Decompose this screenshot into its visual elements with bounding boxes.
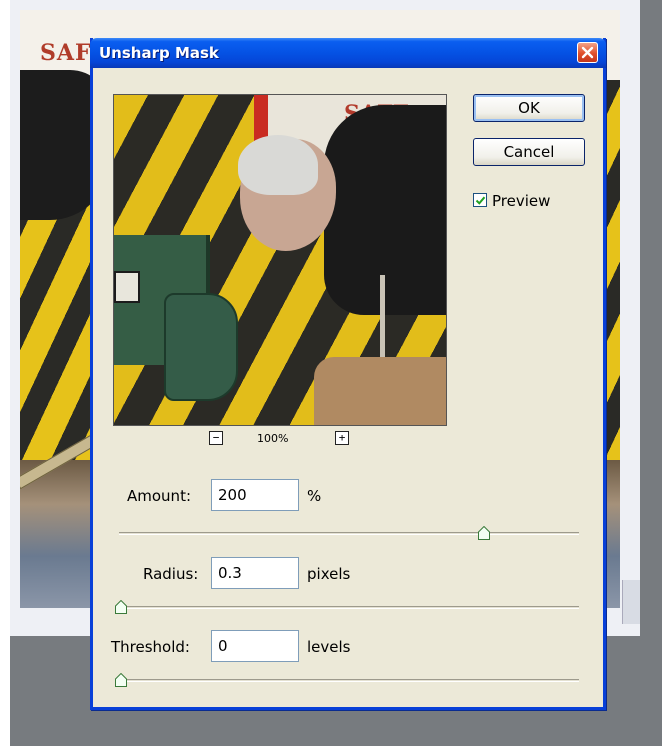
threshold-unit: levels: [307, 638, 351, 656]
close-button[interactable]: [577, 42, 598, 63]
threshold-slider-thumb[interactable]: [115, 673, 127, 687]
radius-label: Radius:: [143, 565, 199, 583]
zoom-out-icon: −: [212, 431, 220, 444]
unsharp-mask-dialog: Unsharp Mask SAFF − 100% + OK Cancel: [90, 38, 606, 710]
cancel-button[interactable]: Cancel: [473, 138, 585, 166]
dialog-title: Unsharp Mask: [99, 44, 219, 62]
radius-slider-thumb[interactable]: [115, 600, 127, 614]
threshold-label: Threshold:: [111, 638, 190, 656]
zoom-in-icon: +: [338, 431, 346, 444]
amount-input[interactable]: [211, 479, 299, 511]
amount-slider-thumb[interactable]: [478, 526, 490, 540]
threshold-slider[interactable]: [115, 673, 579, 687]
radius-input[interactable]: [211, 557, 299, 589]
preview-checkbox[interactable]: [473, 193, 487, 207]
radius-slider[interactable]: [115, 600, 579, 614]
threshold-input[interactable]: [211, 630, 299, 662]
zoom-in-button[interactable]: +: [335, 431, 349, 445]
amount-unit: %: [307, 487, 322, 505]
checkmark-icon: [475, 196, 486, 205]
amount-slider[interactable]: [119, 526, 579, 540]
amount-label: Amount:: [127, 487, 191, 505]
zoom-level: 100%: [257, 432, 289, 445]
close-icon: [581, 46, 594, 59]
app-workspace-right: [640, 0, 662, 746]
radius-unit: pixels: [307, 565, 351, 583]
zoom-out-button[interactable]: −: [209, 431, 223, 445]
ok-button[interactable]: OK: [473, 94, 585, 122]
dialog-titlebar[interactable]: Unsharp Mask: [90, 38, 606, 68]
preview-image[interactable]: SAFF: [113, 94, 447, 426]
preview-label: Preview: [492, 192, 551, 210]
